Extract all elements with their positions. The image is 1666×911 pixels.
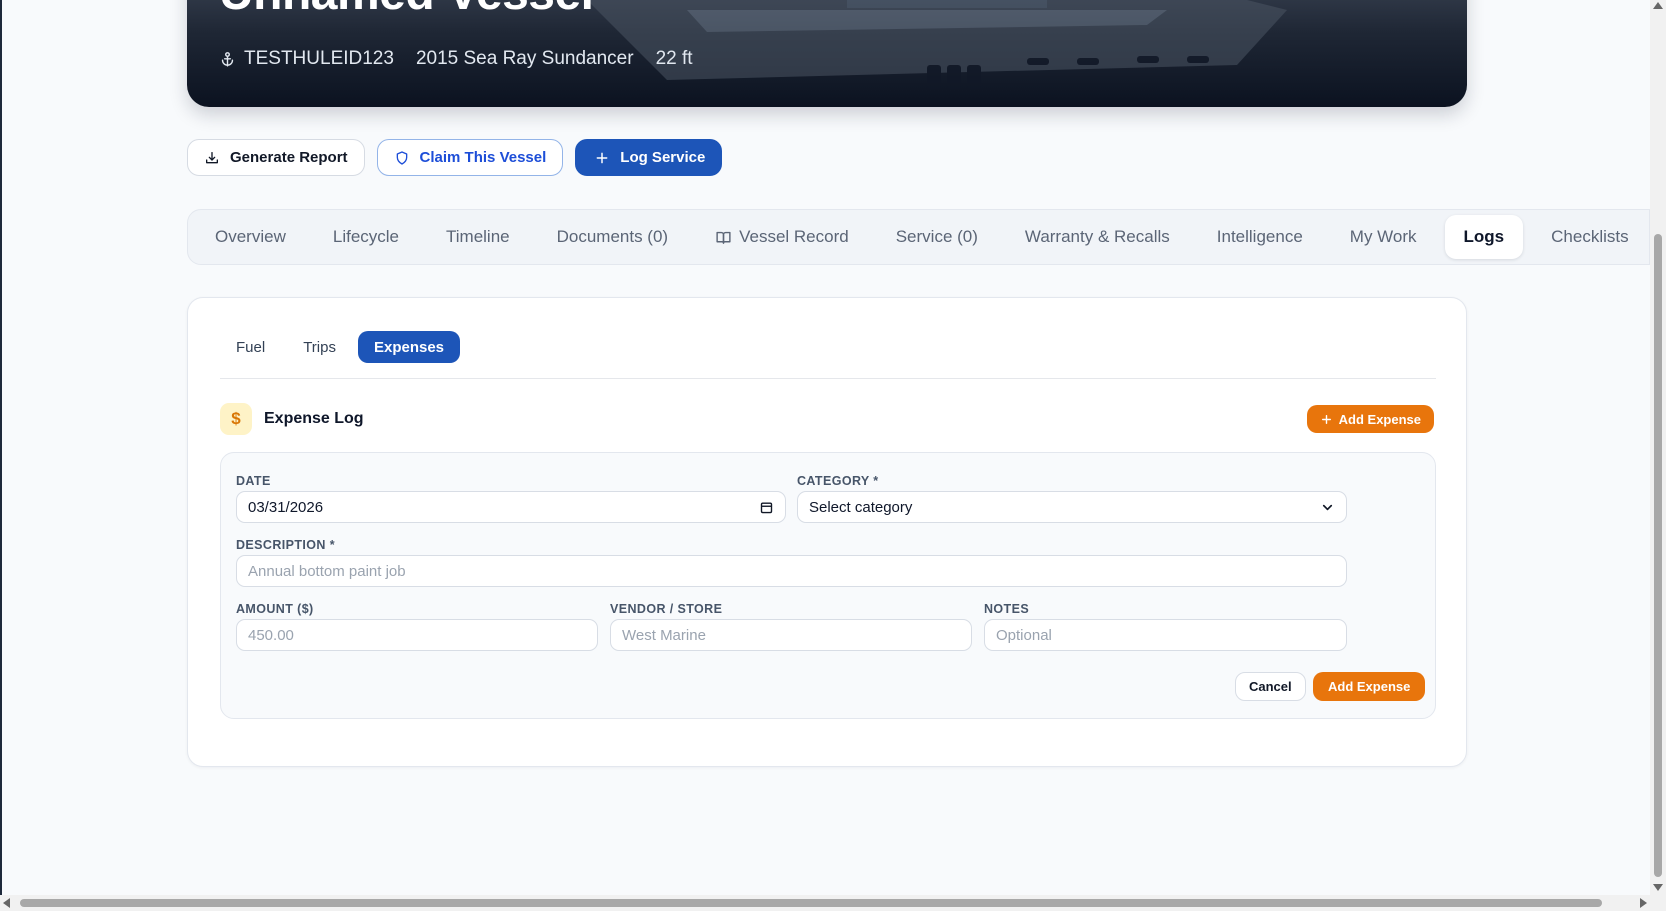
tab-logs[interactable]: Logs bbox=[1444, 215, 1524, 259]
vessel-title: Unnamed Vessel bbox=[219, 0, 594, 21]
tab-label: Service (0) bbox=[895, 227, 978, 246]
tab-warranty-recalls[interactable]: Warranty & Recalls bbox=[1006, 215, 1189, 259]
date-value: 03/31/2026 bbox=[248, 498, 324, 516]
vessel-actions: Generate Report Claim This Vessel Log Se… bbox=[187, 139, 723, 176]
tab-label: Overview bbox=[215, 227, 286, 246]
scroll-down-arrow-icon[interactable] bbox=[1653, 884, 1663, 891]
generate-report-button[interactable]: Generate Report bbox=[187, 139, 365, 176]
tab-documents[interactable]: Documents (0) bbox=[538, 215, 687, 259]
vessel-length: 22 ft bbox=[655, 48, 693, 69]
add-expense-button[interactable]: Add Expense bbox=[1306, 405, 1434, 433]
plus-icon bbox=[1321, 414, 1331, 424]
notes-input[interactable]: Optional bbox=[984, 619, 1347, 651]
vessel-model: 2015 Sea Ray Sundancer bbox=[415, 48, 634, 69]
vendor-label: VENDOR / STORE bbox=[610, 602, 723, 616]
cancel-button[interactable]: Cancel bbox=[1235, 672, 1306, 701]
vessel-meta: TESTHULEID123 2015 Sea Ray Sundancer 22 … bbox=[219, 48, 693, 70]
anchor-icon bbox=[221, 51, 234, 67]
scrollbar-corner bbox=[1650, 895, 1666, 911]
vessel-tabs: Overview Lifecycle Timeline Documents (0… bbox=[187, 209, 1650, 265]
dollar-icon: $ bbox=[220, 403, 252, 435]
download-icon bbox=[206, 151, 218, 163]
calendar-icon[interactable] bbox=[759, 500, 774, 515]
subtab-trips[interactable]: Trips bbox=[287, 331, 352, 363]
amount-input[interactable]: 450.00 bbox=[236, 619, 598, 651]
vertical-scrollbar[interactable] bbox=[1650, 0, 1666, 895]
page: Unnamed Vessel TESTHULEID123 2015 Sea Ra… bbox=[0, 0, 1650, 895]
tab-label: Lifecycle bbox=[332, 227, 399, 246]
claim-vessel-button[interactable]: Claim This Vessel bbox=[376, 139, 564, 176]
horizontal-scroll-thumb[interactable] bbox=[20, 899, 1602, 907]
description-input[interactable]: Annual bottom paint job bbox=[236, 555, 1347, 587]
chevron-down-icon bbox=[1320, 500, 1335, 515]
notes-placeholder: Optional bbox=[996, 626, 1052, 644]
tab-label: Documents (0) bbox=[556, 227, 669, 246]
category-value: Select category bbox=[809, 498, 913, 516]
tab-my-work[interactable]: My Work bbox=[1331, 215, 1436, 259]
description-placeholder: Annual bottom paint job bbox=[248, 562, 406, 580]
expense-log-title: Expense Log bbox=[264, 410, 364, 427]
vessel-hero-banner: Unnamed Vessel TESTHULEID123 2015 Sea Ra… bbox=[187, 0, 1467, 107]
tab-service[interactable]: Service (0) bbox=[877, 215, 997, 259]
amount-label: AMOUNT ($) bbox=[236, 602, 314, 616]
hull-id-text: TESTHULEID123 bbox=[244, 48, 394, 69]
window-edge bbox=[0, 0, 2, 895]
tab-intelligence[interactable]: Intelligence bbox=[1198, 215, 1322, 259]
add-expense-label: Add Expense bbox=[1338, 411, 1421, 427]
plus-icon bbox=[596, 152, 608, 163]
divider bbox=[220, 378, 1436, 379]
tab-checklists[interactable]: Checklists bbox=[1532, 215, 1647, 259]
tab-label: Checklists bbox=[1551, 227, 1629, 246]
tab-label: Warranty & Recalls bbox=[1024, 227, 1170, 246]
tab-label: Intelligence bbox=[1216, 227, 1303, 246]
logs-subtabs: Fuel Trips Expenses bbox=[220, 331, 461, 363]
vendor-placeholder: West Marine bbox=[622, 626, 706, 644]
scroll-right-arrow-icon[interactable] bbox=[1640, 898, 1647, 908]
tab-lifecycle[interactable]: Lifecycle bbox=[314, 215, 418, 259]
tab-label: Timeline bbox=[446, 227, 510, 246]
tab-vessel-record[interactable]: Vessel Record bbox=[696, 215, 868, 259]
date-input[interactable]: 03/31/2026 bbox=[236, 491, 786, 523]
category-label: CATEGORY * bbox=[797, 474, 879, 488]
tab-overview[interactable]: Overview bbox=[196, 215, 305, 259]
scroll-up-arrow-icon[interactable] bbox=[1653, 2, 1663, 9]
subtab-expenses[interactable]: Expenses bbox=[357, 331, 461, 363]
vertical-scroll-thumb[interactable] bbox=[1654, 234, 1662, 877]
submit-expense-button[interactable]: Add Expense bbox=[1313, 672, 1426, 701]
claim-vessel-label: Claim This Vessel bbox=[419, 149, 547, 166]
date-label: DATE bbox=[236, 474, 271, 488]
notes-label: NOTES bbox=[984, 602, 1030, 616]
shield-icon bbox=[396, 150, 407, 165]
tab-label: Vessel Record bbox=[739, 227, 849, 246]
expense-form: DATE 03/31/2026 CATEGORY * Select catego… bbox=[220, 452, 1436, 719]
generate-report-label: Generate Report bbox=[230, 149, 348, 166]
log-service-label: Log Service bbox=[620, 149, 706, 166]
expense-log-header: $ Expense Log bbox=[220, 403, 364, 435]
vendor-input[interactable]: West Marine bbox=[610, 619, 972, 651]
book-icon bbox=[716, 231, 731, 244]
amount-placeholder: 450.00 bbox=[248, 626, 294, 644]
category-select[interactable]: Select category bbox=[797, 491, 1347, 523]
log-service-button[interactable]: Log Service bbox=[575, 139, 723, 176]
subtab-fuel[interactable]: Fuel bbox=[220, 331, 281, 363]
logs-card: Fuel Trips Expenses $ Expense Log Add Ex… bbox=[187, 297, 1467, 767]
tab-label: My Work bbox=[1349, 227, 1417, 246]
horizontal-scrollbar[interactable] bbox=[0, 895, 1650, 911]
tab-label: Logs bbox=[1463, 227, 1505, 246]
scroll-left-arrow-icon[interactable] bbox=[3, 898, 10, 908]
hull-id: TESTHULEID123 bbox=[219, 48, 394, 70]
tab-timeline[interactable]: Timeline bbox=[427, 215, 529, 259]
description-label: DESCRIPTION * bbox=[236, 538, 335, 552]
